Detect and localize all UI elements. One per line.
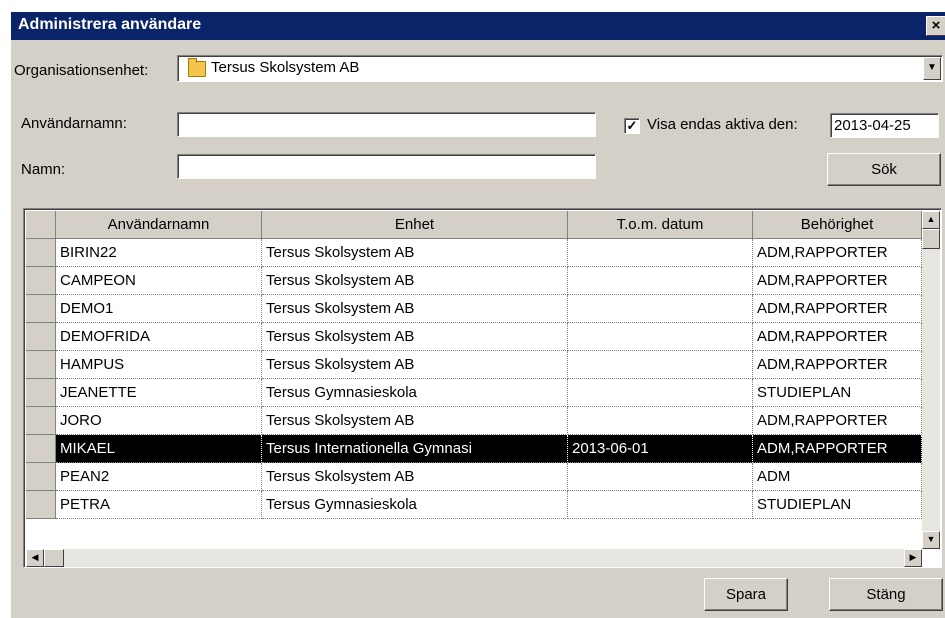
row-header[interactable]: [26, 295, 56, 323]
table-row[interactable]: JORO Tersus Skolsystem AB ADM,RAPPORTER: [26, 407, 922, 435]
username-label: Användarnamn:: [21, 115, 127, 132]
table-row[interactable]: PETRA Tersus Gymnasieskola STUDIEPLAN: [26, 491, 922, 519]
cell-username[interactable]: DEMOFRIDA: [56, 323, 262, 351]
cell-unit[interactable]: Tersus Internationella Gymnasi: [262, 435, 568, 463]
cell-role[interactable]: ADM,RAPPORTER: [753, 267, 922, 295]
row-header[interactable]: [26, 351, 56, 379]
vertical-scroll-thumb[interactable]: [922, 229, 940, 249]
cell-username[interactable]: JEANETTE: [56, 379, 262, 407]
row-header[interactable]: [26, 323, 56, 351]
row-header[interactable]: [26, 407, 56, 435]
cell-username[interactable]: CAMPEON: [56, 267, 262, 295]
table-row[interactable]: DEMOFRIDA Tersus Skolsystem AB ADM,RAPPORT…: [26, 323, 922, 351]
row-header[interactable]: [26, 239, 56, 267]
horizontal-scrollbar[interactable]: ◀ ▶: [26, 549, 922, 567]
vertical-scrollbar[interactable]: ▲ ▼: [922, 211, 940, 549]
row-header[interactable]: [26, 267, 56, 295]
close-icon[interactable]: ×: [926, 16, 945, 36]
table-row[interactable]: HAMPUS Tersus Skolsystem AB ADM,RAPPORTER: [26, 351, 922, 379]
row-header[interactable]: [26, 435, 56, 463]
cell-username[interactable]: JORO: [56, 407, 262, 435]
cell-date[interactable]: [568, 491, 753, 519]
table-row[interactable]: DEMO1 Tersus Skolsystem AB ADM,RAPPORTER: [26, 295, 922, 323]
cell-username[interactable]: HAMPUS: [56, 351, 262, 379]
cell-date[interactable]: [568, 379, 753, 407]
close-button[interactable]: Stäng: [829, 578, 943, 611]
table-row[interactable]: CAMPEON Tersus Skolsystem AB ADM,RAPPORTER: [26, 267, 922, 295]
cell-role[interactable]: STUDIEPLAN: [753, 379, 922, 407]
row-header[interactable]: [26, 379, 56, 407]
cell-unit[interactable]: Tersus Skolsystem AB: [262, 295, 568, 323]
save-button-label: Spara: [725, 586, 767, 603]
title-bar: Administrera användare ×: [11, 12, 945, 40]
row-header[interactable]: [26, 491, 56, 519]
org-unit-label: Organisationsenhet:: [14, 62, 149, 79]
column-header-date[interactable]: T.o.m. datum: [568, 211, 753, 239]
row-header[interactable]: [26, 463, 56, 491]
table-row[interactable]: PEAN2 Tersus Skolsystem AB ADM: [26, 463, 922, 491]
cell-role[interactable]: ADM,RAPPORTER: [753, 351, 922, 379]
cell-unit[interactable]: Tersus Skolsystem AB: [262, 407, 568, 435]
name-label: Namn:: [21, 161, 66, 178]
column-header-role[interactable]: Behörighet: [753, 211, 922, 239]
cell-role[interactable]: STUDIEPLAN: [753, 491, 922, 519]
save-button[interactable]: Spara: [704, 578, 788, 611]
scroll-left-icon[interactable]: ◀: [26, 549, 44, 567]
window-title: Administrera användare: [18, 16, 202, 33]
scroll-up-icon[interactable]: ▲: [922, 211, 940, 229]
cell-role[interactable]: ADM: [753, 463, 922, 491]
cell-username[interactable]: BIRIN22: [56, 239, 262, 267]
active-only-label: Visa endas aktiva den:: [647, 116, 798, 133]
org-unit-value: Tersus Skolsystem AB: [211, 59, 360, 76]
horizontal-scroll-thumb[interactable]: [44, 549, 64, 567]
active-only-checkbox[interactable]: ✓: [624, 118, 640, 134]
cell-unit[interactable]: Tersus Gymnasieskola: [262, 379, 568, 407]
cell-date[interactable]: [568, 239, 753, 267]
cell-date[interactable]: [568, 267, 753, 295]
cell-unit[interactable]: Tersus Skolsystem AB: [262, 463, 568, 491]
users-table: Användarnamn Enhet T.o.m. datum Behörigh…: [23, 208, 942, 568]
cell-role[interactable]: ADM,RAPPORTER: [753, 239, 922, 267]
cell-username[interactable]: MIKAEL: [56, 435, 262, 463]
cell-role[interactable]: ADM,RAPPORTER: [753, 323, 922, 351]
cell-date[interactable]: [568, 407, 753, 435]
cell-unit[interactable]: Tersus Gymnasieskola: [262, 491, 568, 519]
cell-unit[interactable]: Tersus Skolsystem AB: [262, 323, 568, 351]
column-header-unit[interactable]: Enhet: [262, 211, 568, 239]
cell-unit[interactable]: Tersus Skolsystem AB: [262, 239, 568, 267]
search-button[interactable]: Sök: [827, 153, 941, 186]
user-admin-dialog: Administrera användare × Organisationsen…: [10, 12, 945, 618]
row-header-corner: [26, 211, 56, 239]
cell-role[interactable]: ADM,RAPPORTER: [753, 435, 922, 463]
chevron-down-icon[interactable]: ▼: [923, 57, 941, 80]
cell-username[interactable]: DEMO1: [56, 295, 262, 323]
cell-username[interactable]: PEAN2: [56, 463, 262, 491]
cell-unit[interactable]: Tersus Skolsystem AB: [262, 267, 568, 295]
column-header-username[interactable]: Användarnamn: [56, 211, 262, 239]
cell-date[interactable]: [568, 351, 753, 379]
cell-username[interactable]: PETRA: [56, 491, 262, 519]
table-row[interactable]: JEANETTE Tersus Gymnasieskola STUDIEPLAN: [26, 379, 922, 407]
cell-date[interactable]: [568, 323, 753, 351]
scroll-right-icon[interactable]: ▶: [904, 549, 922, 567]
scroll-down-icon[interactable]: ▼: [922, 531, 940, 549]
cell-date[interactable]: 2013-06-01: [568, 435, 753, 463]
table-row[interactable]: BIRIN22 Tersus Skolsystem AB ADM,RAPPORTER: [26, 239, 922, 267]
org-unit-dropdown[interactable]: Tersus Skolsystem AB ▼: [177, 55, 943, 82]
search-button-label: Sök: [871, 161, 897, 178]
cell-date[interactable]: [568, 295, 753, 323]
table-row[interactable]: MIKAEL Tersus Internationella Gymnasi 2013…: [26, 435, 922, 463]
cell-unit[interactable]: Tersus Skolsystem AB: [262, 351, 568, 379]
active-date-input[interactable]: [830, 113, 939, 138]
name-input[interactable]: [177, 154, 596, 179]
cell-date[interactable]: [568, 463, 753, 491]
close-button-label: Stäng: [866, 586, 906, 603]
cell-role[interactable]: ADM,RAPPORTER: [753, 295, 922, 323]
cell-role[interactable]: ADM,RAPPORTER: [753, 407, 922, 435]
username-input[interactable]: [177, 112, 596, 137]
folder-icon: [188, 58, 206, 77]
